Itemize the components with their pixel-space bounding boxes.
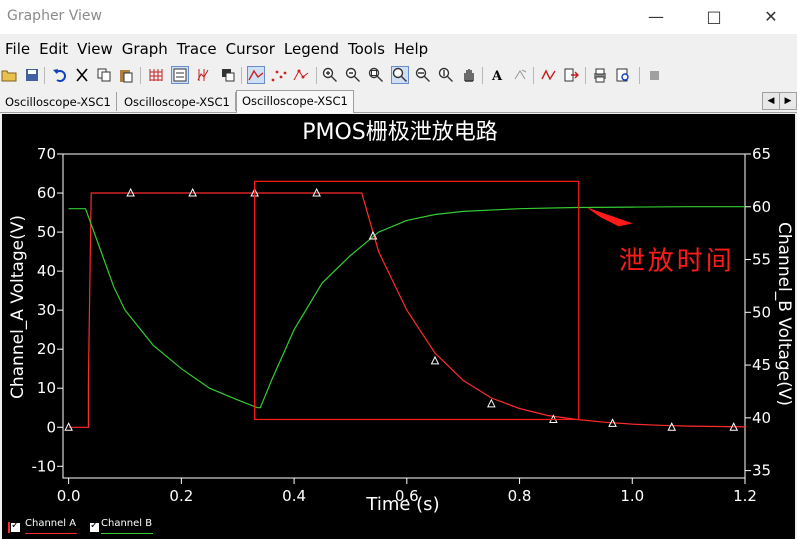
open-icon[interactable] [1,67,17,83]
window-title: Grapher View [7,8,102,24]
y-tick-label: 20 [37,340,56,358]
traces [68,192,746,428]
y-right-tick-label: 50 [752,303,771,321]
channel-a-marker [8,522,10,533]
menu-view[interactable]: View [72,38,116,58]
stop-icon[interactable] [646,67,662,83]
y-tick-label: 30 [37,301,56,319]
series-channel-b-line [68,206,745,409]
close-button[interactable]: ✕ [748,2,794,32]
x-tick-label: 1.0 [620,487,644,505]
zoom-out-icon[interactable] [345,67,361,83]
tab-bar: Oscilloscope-XSC1 Oscilloscope-XSC1 Osci… [0,90,797,113]
menu-legend[interactable]: Legend [279,38,342,58]
toolbar: A [0,64,797,88]
grid-icon[interactable] [148,67,164,83]
x-tick-label: 0.8 [508,487,532,505]
y-right-tick-label: 55 [752,251,771,269]
tab-scroll-right-icon[interactable]: ▶ [779,92,797,110]
paste-icon[interactable] [118,67,134,83]
menu-edit[interactable]: Edit [34,38,71,58]
markers-icon[interactable] [293,67,309,83]
chart-title: PMOS栅极泄放电路 [302,120,498,145]
markers [64,187,739,431]
maximize-button[interactable]: □ [691,2,737,32]
menu-graph[interactable]: Graph [117,38,171,58]
y-right-tick-label: 60 [752,198,771,216]
menu-tools[interactable]: Tools [343,38,388,58]
y-right-tick-label: 65 [752,145,771,163]
copy-icon[interactable] [96,67,112,83]
y-right-tick-label: 35 [752,462,771,480]
print-preview-icon[interactable] [615,67,631,83]
channel-b-label: Channel B [101,518,153,529]
pan-icon[interactable] [461,67,477,83]
y-tick-label: 40 [37,262,56,280]
y-right-tick-label: 40 [752,409,771,427]
channel-b-checkbox[interactable] [90,520,99,532]
zoom-y-icon[interactable] [438,67,454,83]
y-tick-label: 50 [37,223,56,241]
line-icon[interactable] [247,66,265,84]
print-icon[interactable] [592,67,608,83]
trace-marker [430,355,440,365]
y-right-tick-label: 45 [752,356,771,374]
text-icon[interactable]: A [489,67,505,83]
x-axis-label: Time (s) [365,494,439,515]
overlay-icon[interactable] [220,67,236,83]
trace-props-icon[interactable] [541,67,557,83]
annotation-arrow [586,207,633,227]
channel-b-swatch [101,533,153,534]
annotation-box [254,180,580,421]
y-axis-label-right: Channel_B Voltage(V) [774,222,794,406]
x-tick-label: 0.2 [169,487,193,505]
menu-file[interactable]: File [0,38,33,58]
channel-a-swatch [25,533,77,534]
x-tick-label: 0.0 [57,487,81,505]
tab-scroll-left-icon[interactable]: ◀ [762,92,780,110]
cut-icon[interactable] [74,67,90,83]
tab-oscilloscope-1[interactable]: Oscilloscope-XSC1 [0,92,117,111]
x-tick-label: 0.4 [282,487,306,505]
chart-svg: PMOS栅极泄放电路 0.0 0.2 0.4 0.6 0.8 1.0 1.2-1001020… [8,120,794,515]
zoom-x-icon[interactable] [415,67,431,83]
legend-icon[interactable] [171,66,189,84]
rotate-text-icon[interactable] [512,67,528,83]
plot-area: PMOS栅极泄放电路 0.0 0.2 0.4 0.6 0.8 1.0 1.2 -10 0 10 20… [2,114,795,539]
title-bar: Grapher View — □ ✕ [0,0,797,34]
tab-oscilloscope-2[interactable]: Oscilloscope-XSC1 [119,92,236,111]
undo-icon[interactable] [52,67,68,83]
y-tick-label: 70 [37,145,56,163]
zoom-area-icon[interactable] [391,66,409,84]
plot-frame [62,153,746,479]
channel-a-label: Channel A [25,518,77,529]
trace-marker [487,398,496,408]
menu-cursor[interactable]: Cursor [221,38,278,58]
x-tick-label: 1.2 [733,487,757,505]
channel-a-checkbox[interactable] [11,520,20,532]
dots-icon[interactable] [271,67,287,83]
zoom-in-icon[interactable] [322,67,338,83]
save-icon[interactable] [24,67,40,83]
y-axis-label-left: Channel_A Voltage(V) [8,215,28,399]
export-icon[interactable] [563,67,579,83]
menu-help[interactable]: Help [389,38,431,58]
svg-text:A: A [491,69,503,83]
annotation-text: 泄放时间 [619,246,735,276]
tab-oscilloscope-3[interactable]: Oscilloscope-XSC1 [236,90,354,113]
y-tick-label: 60 [37,184,56,202]
annotation: 泄放时间 [254,180,735,421]
series-channel-a-line [68,192,746,428]
y-tick-label: 10 [37,379,56,397]
y-tick-label: 0 [46,418,56,436]
y-tick-label: -10 [32,457,57,475]
zoom-fit-icon[interactable] [368,67,384,83]
minimize-button[interactable]: — [633,2,679,32]
trace-marker [667,422,677,431]
axes: 0.0 0.2 0.4 0.6 0.8 1.0 1.2-100102030405060703… [32,145,772,505]
cursor-icon[interactable] [196,67,212,83]
menu-trace[interactable]: Trace [172,38,220,58]
menu-bar: File Edit View Graph Trace Cursor Legend Tools H… [0,38,797,62]
